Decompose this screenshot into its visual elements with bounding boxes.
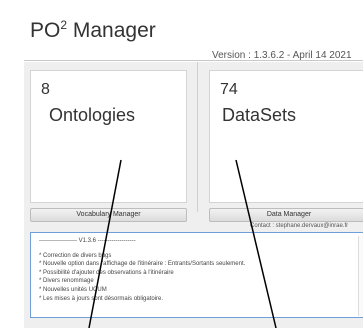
changelog-line: * Possibilité d'ajouter des observations…: [39, 269, 174, 276]
changelog-heading: ------------------- V1.3.6 -------------…: [39, 238, 136, 244]
datasets-card[interactable]: 74 DataSets: [209, 70, 363, 203]
datasets-label: DataSets: [222, 105, 297, 125]
changelog-line: * Divers renommage: [39, 278, 94, 285]
changelog-line: * Les mises à jours sont désormais oblig…: [39, 295, 164, 302]
app-window: PO2 Manager Version : 1.3.6.2 - April 14…: [0, 0, 363, 328]
ontologies-count: 8: [41, 81, 50, 98]
changelog-line: * Correction de divers bugs: [39, 252, 112, 259]
data-manager-button[interactable]: Data Manager: [209, 208, 363, 222]
datasets-count: 74: [220, 81, 238, 98]
vocabulary-manager-button[interactable]: Vocabulary Manager: [30, 208, 187, 222]
changelog-scrollbar[interactable]: [358, 236, 363, 316]
changelog-line: * Nouvelle option dans l'affichage de l'…: [39, 261, 246, 268]
version-label: Version : 1.3.6.2 - April 14 2021: [212, 50, 352, 61]
ontologies-label: Ontologies: [49, 105, 136, 125]
app-title: PO2 Manager: [30, 18, 156, 42]
panel-divider: [197, 62, 198, 212]
changelog-line: * Nouvelles unités UCUM: [39, 286, 107, 293]
contact-label: Contact : stephane.dervaux@inrae.fr: [250, 223, 349, 229]
ontologies-card[interactable]: 8 Ontologies: [30, 70, 187, 203]
changelog-textarea[interactable]: ------------------- V1.3.6 -------------…: [30, 232, 363, 318]
